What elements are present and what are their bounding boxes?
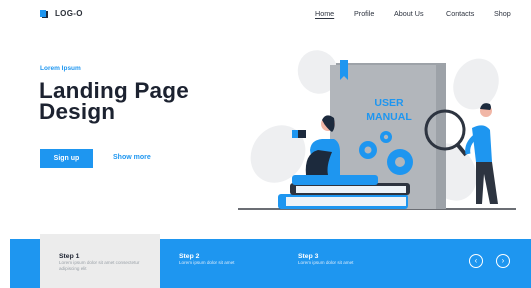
step-1-text: Lorem ipsum dolor sit amet consectetur a… (59, 260, 140, 271)
book-title-line1: USER (374, 97, 404, 109)
book-title-line2: MANUAL (366, 111, 412, 123)
step-2-text: Lorem ipsum dolor sit amet (179, 260, 235, 265)
carousel-next-button[interactable]: › (496, 254, 510, 268)
nav-shop-link[interactable]: Shop (494, 9, 511, 18)
step-2-title: Step 2 (179, 253, 200, 260)
step-3-title: Step 3 (298, 253, 319, 260)
step-3-text: Lorem ipsum dolor sit amet (298, 260, 354, 265)
step-1-title: Step 1 (59, 253, 80, 260)
chevron-right-icon: › (501, 256, 505, 265)
nav-home-link[interactable]: Home (315, 9, 334, 18)
hero-title: Landing Page Design (39, 79, 189, 124)
sign-up-button[interactable]: Sign up (40, 149, 93, 168)
carousel-prev-button[interactable]: ‹ (469, 254, 483, 268)
step-2[interactable]: Step 2 Lorem ipsum dolor sit amet (179, 253, 234, 266)
nav-about-us-link[interactable]: About Us (394, 9, 424, 18)
nav-contacts-link[interactable]: Contacts (446, 9, 474, 18)
steps-bar: Step 1 Lorem ipsum dolor sit amet consec… (10, 234, 531, 288)
hero-eyebrow: Lorem Ipsum (40, 65, 81, 72)
hero-illustration: USER MANUAL (238, 50, 516, 210)
nav-profile-link[interactable]: Profile (354, 9, 374, 18)
step-1[interactable]: Step 1 Lorem ipsum dolor sit amet consec… (59, 253, 149, 271)
chevron-left-icon: ‹ (474, 256, 478, 265)
hero-title-line2: Design (39, 99, 116, 124)
step-3[interactable]: Step 3 Lorem ipsum dolor sit amet (298, 253, 353, 266)
show-more-link[interactable]: Show more (113, 154, 151, 161)
main-nav: Home Profile About Us Contacts Shop (0, 9, 531, 21)
